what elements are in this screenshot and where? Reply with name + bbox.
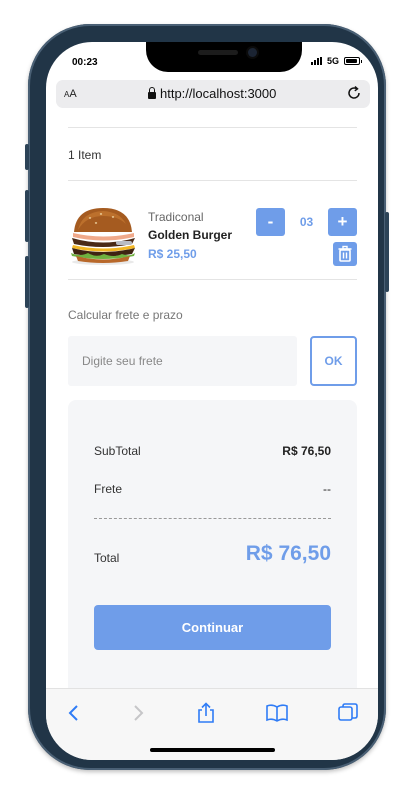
product-category: Tradiconal	[148, 210, 204, 224]
total-value: R$ 76,50	[245, 542, 331, 565]
status-time: 00:23	[72, 57, 98, 68]
shipping-cost-label: Frete	[94, 482, 123, 496]
side-button-left-1	[25, 144, 29, 170]
browser-address-bar[interactable]: AA http://localhost:3000	[56, 80, 370, 108]
remove-item-button[interactable]	[333, 242, 357, 266]
speaker	[198, 50, 238, 55]
battery-icon	[344, 57, 362, 65]
subtotal-value: R$ 76,50	[282, 444, 331, 458]
product-name: Golden Burger	[148, 228, 233, 242]
reload-icon[interactable]	[346, 85, 362, 105]
dashed-divider	[94, 518, 331, 519]
side-button-left-3	[25, 256, 29, 308]
signal-icon	[310, 57, 322, 65]
shipping-cost-value: --	[323, 482, 331, 496]
back-icon[interactable]	[62, 701, 86, 725]
order-summary: SubTotal R$ 76,50 Frete -- Total R$ 76,5…	[68, 400, 357, 688]
increase-quantity-button[interactable]: +	[328, 208, 357, 236]
divider	[68, 180, 357, 181]
tabs-icon[interactable]	[336, 701, 360, 725]
status-indicators: 5G	[310, 56, 362, 66]
url-text: http://localhost:3000	[160, 86, 277, 101]
notch	[146, 42, 302, 72]
quantity-stepper: - 03 +	[256, 208, 357, 236]
subtotal-label: SubTotal	[94, 444, 141, 458]
item-count: 1 Item	[68, 148, 102, 162]
shipping-input[interactable]	[68, 336, 297, 386]
continue-button[interactable]: Continuar	[94, 605, 331, 650]
home-indicator[interactable]	[150, 748, 275, 752]
divider	[68, 279, 357, 280]
bookmarks-icon[interactable]	[265, 701, 289, 725]
forward-icon[interactable]	[126, 701, 150, 725]
divider	[68, 127, 357, 128]
page-content: 1 Item Tradiconal Golden Burger R$ 25,50…	[46, 116, 378, 688]
lock-icon	[148, 86, 156, 99]
phone-screen: 00:23 5G AA http://localhost:3000 1 Item	[46, 42, 378, 760]
trash-icon	[338, 245, 352, 262]
decrease-quantity-button[interactable]: -	[256, 208, 285, 236]
share-icon[interactable]	[194, 701, 218, 725]
quantity-value: 03	[285, 208, 328, 236]
total-label: Total	[94, 551, 120, 565]
url-display[interactable]: http://localhost:3000	[148, 86, 276, 101]
side-button-right	[385, 212, 389, 292]
side-button-left-2	[25, 190, 29, 242]
text-size-button[interactable]: AA	[64, 88, 77, 100]
ok-button[interactable]: OK	[310, 336, 357, 386]
product-price: R$ 25,50	[148, 247, 197, 261]
burger-image	[71, 208, 135, 265]
shipping-label: Calcular frete e prazo	[68, 308, 183, 322]
front-camera	[248, 48, 257, 57]
network-label: 5G	[326, 56, 339, 66]
